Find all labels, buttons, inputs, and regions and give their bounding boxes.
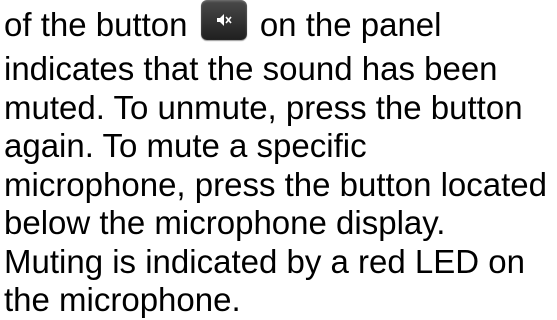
speaker-mute-icon — [216, 14, 232, 26]
text-line-6: below the microphone display. — [4, 204, 446, 241]
text-line-2: indicates that the sound has been — [4, 50, 498, 87]
text-line-7: Muting is indicated by a red LED on — [4, 242, 525, 280]
text-line-8: the microphone. — [4, 281, 241, 318]
line1-before-text: of the button — [4, 6, 188, 43]
text-line-3: muted. To unmute, press the button — [4, 88, 523, 126]
line1-after-text: on the panel — [259, 6, 442, 43]
text-line-1: of the button on the panel — [4, 0, 554, 50]
text-line-5: microphone, press the button located — [4, 165, 548, 203]
text-line-4: again. To mute a specific — [4, 127, 367, 164]
manual-text-block: of the button on the panel indicates tha… — [4, 0, 554, 320]
mute-button-image — [200, 0, 247, 40]
